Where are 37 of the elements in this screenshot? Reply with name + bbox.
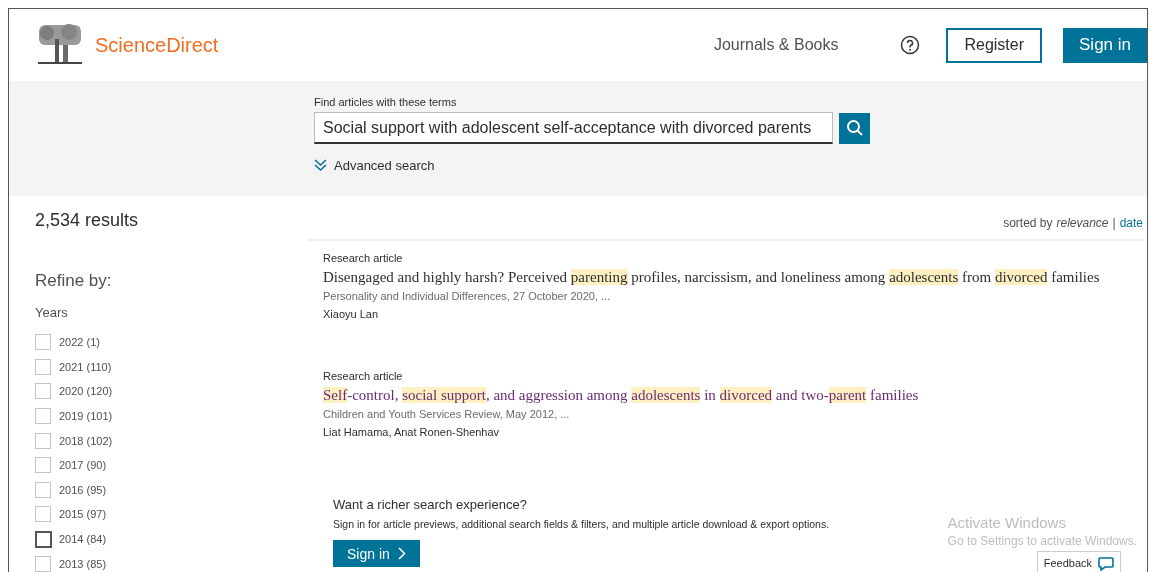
year-filter-label[interactable]: 2014 (84): [59, 533, 107, 546]
promo-heading: Want a richer search experience?: [333, 497, 528, 512]
year-filter-label[interactable]: 2017 (90): [59, 459, 107, 472]
year-filter-label[interactable]: 2015 (97): [59, 508, 107, 521]
journals-books-link[interactable]: Journals & Books: [713, 36, 839, 54]
register-button[interactable]: Register: [946, 27, 1042, 63]
article-source: Children and Youth Services Review, May 2012, ...: [323, 408, 571, 420]
promo-text: Sign in for article previews, additional search fields & filters, and multiple article download & export options.: [333, 518, 830, 530]
article-type: Research article: [323, 370, 404, 382]
year-filter-label[interactable]: 2016 (95): [59, 483, 107, 496]
sort-option[interactable]: date: [1119, 216, 1143, 230]
year-filter-label[interactable]: 2020 (120): [59, 385, 113, 398]
year-filter-label[interactable]: 2019 (101): [59, 410, 113, 423]
search-label: Find articles with these terms: [314, 96, 458, 108]
filter-group-label: Years: [35, 305, 69, 320]
results-count: 2,534 results: [35, 210, 140, 231]
year-filter-label[interactable]: 2022 (1): [59, 336, 100, 349]
year-filter-label[interactable]: 2021 (110): [59, 360, 112, 373]
article-authors: Liat Hamama, Anat Ronen-Shenhav: [323, 426, 501, 438]
article-authors: Xiaoyu Lan: [323, 308, 380, 320]
sort-label: sorted by: [1003, 216, 1053, 230]
sign-in-button[interactable]: Sign in: [1063, 27, 1147, 63]
activation-notice-text: Go to Settings to activate Windows.: [947, 534, 1137, 548]
article-title-link[interactable]: Self-control, social support, and aggression among adolescents in divorced and two-parent families: [323, 387, 1143, 404]
refine-heading: Refine by:: [35, 271, 113, 291]
sign-in-button[interactable]: Sign in: [333, 540, 420, 567]
search-field[interactable]: Social support with adolescent self-acceptance with divorced parents: [314, 112, 833, 144]
feedback-button[interactable]: Feedback: [1036, 551, 1121, 572]
separator-text: |: [1112, 216, 1116, 230]
sort-option[interactable]: relevance: [1056, 216, 1109, 230]
article-title-link[interactable]: Disengaged and highly harsh? Perceived parenting profiles, narcissism, and loneliness among adolescents from divorced families: [323, 269, 1143, 286]
article-source: Personality and Individual Differences, 27 October 2020, ...: [323, 290, 612, 302]
activation-notice-title: Activate Windows: [947, 514, 1067, 531]
year-filter-label[interactable]: 2013 (85): [59, 557, 107, 570]
advanced-search-link[interactable]: Advanced search: [314, 158, 435, 173]
article-type: Research article: [323, 252, 404, 264]
year-filter-label[interactable]: 2018 (102): [59, 434, 113, 447]
